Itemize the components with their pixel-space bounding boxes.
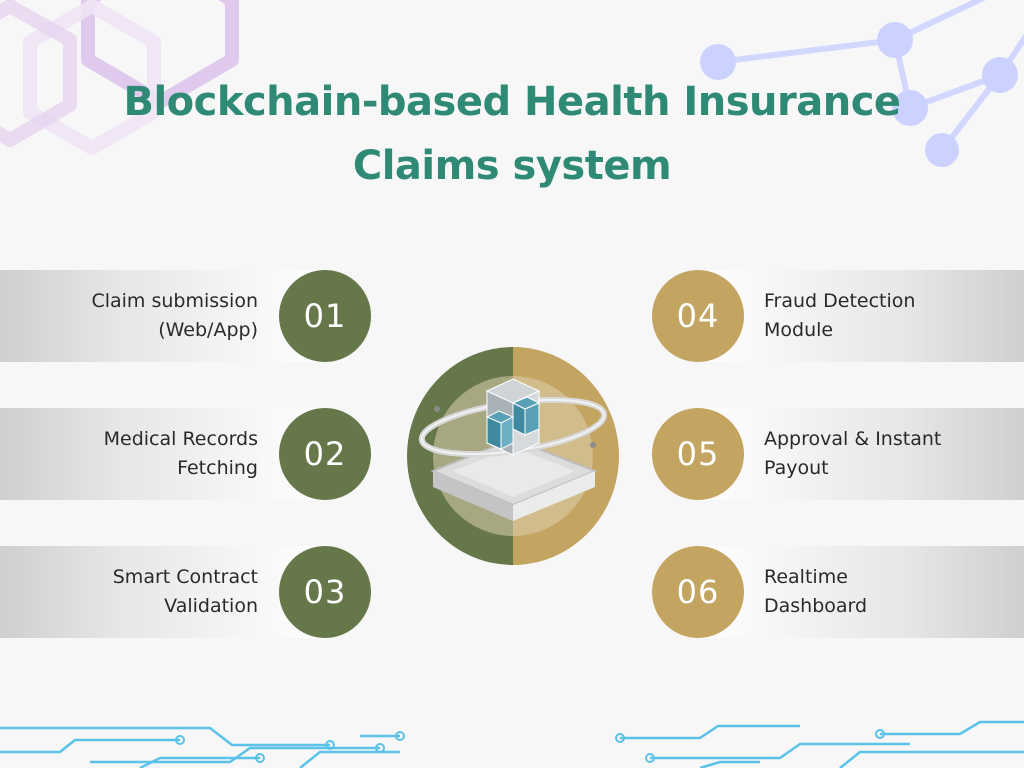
- step-01-badge: 01: [279, 270, 371, 362]
- step-04-label: Fraud Detection Module: [764, 290, 916, 341]
- title-line-1: Blockchain-based Health Insurance: [123, 79, 901, 125]
- step-02-label: Medical Records Fetching: [103, 428, 258, 479]
- step-06-label: Realtime Dashboard: [764, 566, 868, 617]
- page-title: Blockchain-based Health Insurance Claims…: [0, 70, 1024, 198]
- step-04-badge: 04: [652, 270, 744, 362]
- circuit-lines-icon: [620, 720, 1024, 768]
- title-line-2: Claims system: [352, 143, 672, 189]
- blockchain-cube-icon: [407, 347, 619, 565]
- step-03-badge: 03: [279, 546, 371, 638]
- circuit-lines-icon: [0, 726, 400, 768]
- step-05-badge: 05: [652, 408, 744, 500]
- step-05-label: Approval & Instant Payout: [764, 428, 942, 479]
- step-03-label: Smart Contract Validation: [112, 566, 258, 617]
- step-06-badge: 06: [652, 546, 744, 638]
- step-02-badge: 02: [279, 408, 371, 500]
- step-01-label: Claim submission (Web/App): [91, 290, 258, 341]
